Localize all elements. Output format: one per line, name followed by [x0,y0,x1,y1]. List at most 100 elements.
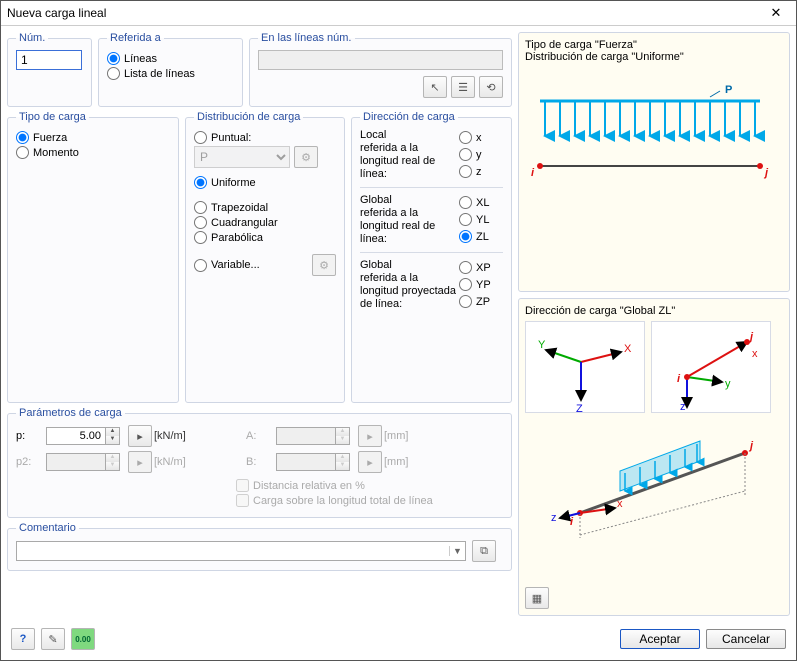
dist-variable-settings-icon: ⚙ [312,254,336,276]
radio-dist-cuadrangular[interactable]: Cuadrangular [194,216,336,229]
svg-text:j: j [763,167,769,179]
radio-ref-lineas[interactable]: Líneas [107,52,234,65]
close-icon[interactable]: ✕ [762,5,790,21]
radio-dist-variable-input[interactable] [194,259,207,272]
radio-ref-lista-label: Lista de líneas [124,68,195,80]
param-A-unit: [mm] [384,430,434,442]
dir-global-proj-label: Globalreferida a la longitud proyectada … [360,259,457,311]
radio-dist-parabolica[interactable]: Parabólica [194,231,336,244]
radio-tipo-momento-label: Momento [33,147,79,159]
param-A-extra-icon: ▸ [358,425,382,447]
radio-dist-variable-label: Variable... [211,259,260,271]
radio-dist-parabolica-input[interactable] [194,231,207,244]
preview-top-title2: Distribución de carga "Uniforme" [525,51,783,63]
group-dir-title: Dirección de carga [360,111,458,123]
radio-dist-parabolica-label: Parabólica [211,232,263,244]
lines-input[interactable] [258,50,503,70]
svg-text:j: j [748,440,754,452]
svg-text:x: x [617,498,623,510]
radio-ref-lista-input[interactable] [107,67,120,80]
radio-tipo-fuerza-input[interactable] [16,131,29,144]
undo-lines-icon[interactable]: ⟲ [479,76,503,98]
radio-dist-trapezoidal[interactable]: Trapezoidal [194,201,336,214]
group-params-title: Parámetros de carga [16,407,125,419]
group-ref-title: Referida a [107,32,164,44]
radio-dir-x[interactable]: x [459,131,503,144]
group-params: Parámetros de carga p: ▲▼ ▸ [kN/m] A: ▲▼ [7,407,512,518]
radio-dir-ZL[interactable]: ZL [459,230,503,243]
radio-dist-puntual-label: Puntual: [211,132,251,144]
preview-top: Tipo de carga "Fuerza" Distribución de c… [518,32,790,292]
param-A-label: A: [246,430,270,442]
param-p2-unit: [kN/m] [154,456,204,468]
group-num: Núm. [7,32,92,107]
dir-local-label: Localreferida a la longitud real de líne… [360,129,457,181]
chevron-down-icon[interactable]: ▼ [449,546,465,556]
group-tipo: Tipo de carga Fuerza Momento [7,111,179,403]
radio-ref-lineas-input[interactable] [107,52,120,65]
param-p2-label: p2: [16,456,40,468]
radio-dist-cuadrangular-input[interactable] [194,216,207,229]
preview-graph-icon[interactable]: ▦ [525,587,549,609]
cancelar-button[interactable]: Cancelar [706,629,786,649]
radio-tipo-fuerza[interactable]: Fuerza [16,131,170,144]
group-dist-title: Distribución de carga [194,111,303,123]
content-area: Núm. Referida a Líneas Lista de líneas [1,26,796,622]
preview-axes-global: X Y Z [525,321,645,413]
group-comentario: Comentario ▼ ⧉ [7,522,512,571]
svg-text:z: z [551,512,557,524]
radio-dist-puntual[interactable]: Puntual: [194,131,336,144]
radio-dir-z[interactable]: z [459,165,503,178]
radio-tipo-momento-input[interactable] [16,146,29,159]
radio-dist-variable[interactable]: Variable... [194,259,308,272]
radio-dir-XL[interactable]: XL [459,196,503,209]
param-A-input: ▲▼ [276,427,352,445]
window-title: Nueva carga lineal [7,6,762,20]
radio-dir-ZP[interactable]: ZP [459,295,503,308]
param-p-extra-icon[interactable]: ▸ [128,425,152,447]
group-dir: Dirección de carga Localreferida a la lo… [351,111,512,403]
svg-text:z: z [680,401,686,413]
param-p-label: p: [16,430,40,442]
radio-dist-uniforme[interactable]: Uniforme [194,176,336,189]
dist-puntual-combo: P [194,146,290,168]
radio-dir-YL[interactable]: YL [459,213,503,226]
precision-icon[interactable]: 0.00 [71,628,95,650]
group-lines-title: En las líneas núm. [258,32,355,44]
radio-dist-trapezoidal-input[interactable] [194,201,207,214]
preview-top-title1: Tipo de carga "Fuerza" [525,39,783,51]
radio-dist-puntual-input[interactable] [194,131,207,144]
check-relative: Distancia relativa en % [236,479,503,492]
svg-text:X: X [624,343,632,355]
svg-text:P: P [725,84,732,96]
param-B-input: ▲▼ [276,453,352,471]
list-lines-icon[interactable]: ☰ [451,76,475,98]
radio-dist-cuadrangular-label: Cuadrangular [211,217,278,229]
param-p-input[interactable]: ▲▼ [46,427,122,445]
comentario-combo[interactable]: ▼ [16,541,466,561]
edit-icon[interactable]: ✎ [41,628,65,650]
group-comentario-title: Comentario [16,522,79,534]
radio-dir-y[interactable]: y [459,148,503,161]
svg-text:i: i [570,516,574,528]
radio-ref-lista[interactable]: Lista de líneas [107,67,234,80]
svg-text:Y: Y [538,339,546,351]
pick-lines-icon[interactable]: ↖ [423,76,447,98]
radio-tipo-momento[interactable]: Momento [16,146,170,159]
num-input[interactable] [16,50,82,70]
preview-axes-local: i j x y z [651,321,771,413]
footer: ? ✎ 0.00 Aceptar Cancelar [1,622,796,660]
param-p2-extra-icon: ▸ [128,451,152,473]
radio-dist-uniforme-input[interactable] [194,176,207,189]
aceptar-button[interactable]: Aceptar [620,629,700,649]
radio-dir-YP[interactable]: YP [459,278,503,291]
param-B-extra-icon: ▸ [358,451,382,473]
group-tipo-title: Tipo de carga [16,111,89,123]
param-p-unit: [kN/m] [154,430,204,442]
preview-bottom-svg: i j x [525,413,775,543]
radio-tipo-fuerza-label: Fuerza [33,132,67,144]
svg-text:i: i [677,373,681,385]
comentario-copy-icon[interactable]: ⧉ [472,540,496,562]
radio-dir-XP[interactable]: XP [459,261,503,274]
help-icon[interactable]: ? [11,628,35,650]
